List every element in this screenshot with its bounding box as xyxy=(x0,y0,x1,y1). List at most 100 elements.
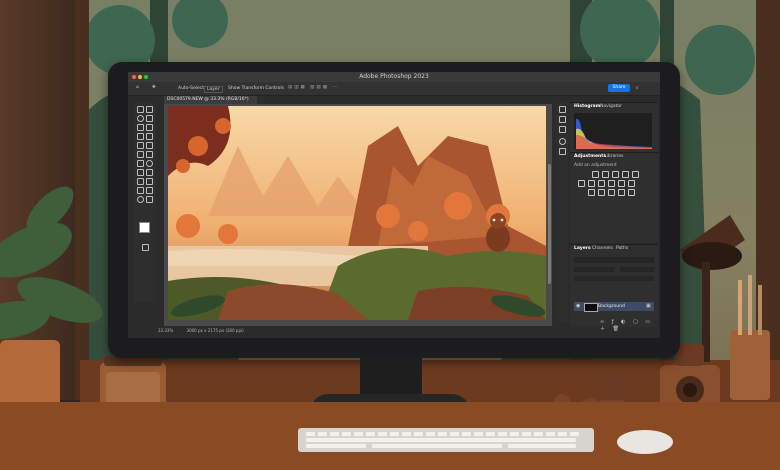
auto-select-label[interactable]: Auto-Select: xyxy=(178,86,206,91)
layer-thumbnail xyxy=(584,303,598,312)
layer-select-dropdown[interactable]: Layer xyxy=(204,86,223,93)
tab-navigator[interactable]: Navigator xyxy=(600,104,622,109)
tab-libraries[interactable]: Libraries xyxy=(604,154,623,159)
gradient-tool-icon[interactable] xyxy=(137,160,144,167)
exposure-icon[interactable] xyxy=(622,171,629,178)
crop-tool-icon[interactable] xyxy=(137,124,144,131)
tab-layers[interactable]: Layers xyxy=(574,246,591,251)
levels-icon[interactable] xyxy=(602,171,609,178)
quick-select-tool-icon[interactable] xyxy=(146,115,153,122)
key xyxy=(306,432,315,436)
channel-mixer-icon[interactable] xyxy=(618,180,625,187)
key xyxy=(534,432,543,436)
posterize-icon[interactable] xyxy=(598,189,605,196)
tab-histogram[interactable]: Histogram xyxy=(574,104,600,109)
history-panel-icon[interactable] xyxy=(559,106,566,113)
key xyxy=(498,432,507,436)
keyboard xyxy=(298,428,594,452)
color-panel-icon[interactable] xyxy=(559,138,566,145)
pen-tool-icon[interactable] xyxy=(146,169,153,176)
key xyxy=(570,432,579,436)
eyedropper-tool-icon[interactable] xyxy=(137,133,144,140)
eraser-tool-icon[interactable] xyxy=(146,151,153,158)
histogram-panel: Histogram Navigator xyxy=(570,102,658,153)
key xyxy=(378,432,387,436)
lock-options-bar[interactable] xyxy=(574,276,654,281)
photo-filter-icon[interactable] xyxy=(608,180,615,187)
share-button[interactable]: Share xyxy=(608,84,630,92)
key xyxy=(486,432,495,436)
threshold-icon[interactable] xyxy=(608,189,615,196)
blur-tool-icon[interactable] xyxy=(146,160,153,167)
lasso-tool-icon[interactable] xyxy=(137,115,144,122)
marquee-tool-icon[interactable] xyxy=(146,106,153,113)
libraries-panel-icon[interactable] xyxy=(559,126,566,133)
panel-icon-strip xyxy=(556,102,568,322)
hue-saturation-icon[interactable] xyxy=(578,180,585,187)
history-brush-tool-icon[interactable] xyxy=(137,151,144,158)
color-lookup-icon[interactable] xyxy=(628,180,635,187)
align-icons[interactable]: ▤▥▦ ▧▨▩ ⋯ xyxy=(288,85,339,90)
key xyxy=(390,432,399,436)
curves-icon[interactable] xyxy=(612,171,619,178)
tab-channels[interactable]: Channels xyxy=(592,246,613,251)
invert-icon[interactable] xyxy=(588,189,595,196)
move-tool-icon[interactable]: ✥ xyxy=(152,85,156,90)
brightness-icon[interactable] xyxy=(592,171,599,178)
shape-tool-icon[interactable] xyxy=(137,187,144,194)
histogram-graph xyxy=(574,113,652,149)
layer-filter-bar[interactable] xyxy=(574,257,654,263)
visibility-eye-icon[interactable]: ◉ xyxy=(576,303,580,309)
brush-tool-icon[interactable] xyxy=(137,142,144,149)
key xyxy=(330,432,339,436)
key xyxy=(558,432,567,436)
color-balance-icon[interactable] xyxy=(588,180,595,187)
key xyxy=(318,432,327,436)
black-white-icon[interactable] xyxy=(598,180,605,187)
zoom-tool-icon[interactable] xyxy=(137,196,144,203)
dodge-tool-icon[interactable] xyxy=(137,169,144,176)
layer-row-background[interactable]: ◉ Background ▣ xyxy=(574,302,654,312)
show-transform-controls-label[interactable]: Show Transform Controls xyxy=(228,86,284,91)
type-tool-icon[interactable] xyxy=(137,178,144,185)
opacity-field[interactable] xyxy=(620,267,654,272)
key xyxy=(508,444,576,448)
quick-mask-icon[interactable] xyxy=(142,244,149,251)
swatches-panel-icon[interactable] xyxy=(559,148,566,155)
key-row xyxy=(306,438,576,442)
zoom-level[interactable]: 33.33% xyxy=(158,328,173,333)
frame-tool-icon[interactable] xyxy=(146,124,153,131)
gradient-map-icon[interactable] xyxy=(618,189,625,196)
healing-brush-tool-icon[interactable] xyxy=(146,133,153,140)
tab-paths[interactable]: Paths xyxy=(616,246,628,251)
monitor-stand-neck xyxy=(360,358,422,398)
computer-mouse xyxy=(617,430,673,454)
vibrance-icon[interactable] xyxy=(632,171,639,178)
clone-stamp-tool-icon[interactable] xyxy=(146,142,153,149)
landscape-photo-canvas[interactable] xyxy=(168,106,546,320)
hand-tool-icon[interactable] xyxy=(146,187,153,194)
document-tab[interactable]: DSC00579.NEW @ 33.3% (RGB/16*) xyxy=(164,96,257,104)
path-select-tool-icon[interactable] xyxy=(146,178,153,185)
key xyxy=(426,432,435,436)
canvas-area xyxy=(164,104,552,326)
home-icon[interactable]: ⌂ xyxy=(136,85,139,90)
search-icon[interactable]: ⌕ xyxy=(636,85,639,91)
selective-color-icon[interactable] xyxy=(628,189,635,196)
key xyxy=(342,432,351,436)
properties-panel-icon[interactable] xyxy=(559,116,566,123)
key xyxy=(306,444,366,448)
blend-mode-dropdown[interactable] xyxy=(574,267,614,272)
foreground-color-swatch[interactable] xyxy=(139,222,150,233)
lock-icon: ▣ xyxy=(646,303,651,309)
tab-adjustments[interactable]: Adjustments xyxy=(574,154,606,159)
more-tools-icon[interactable] xyxy=(146,196,153,203)
document-info: 3000 px x 2175 px (300 ppi) xyxy=(186,328,244,333)
move-tool-icon[interactable] xyxy=(137,106,144,113)
vertical-scrollbar[interactable] xyxy=(548,164,551,284)
layer-name: Background xyxy=(598,304,625,309)
key xyxy=(414,432,423,436)
key xyxy=(474,432,483,436)
app-title: Adobe Photoshop 2023 xyxy=(359,73,429,80)
layers-footer-icons[interactable]: ∞ ƒ ◐ ▢ ▭ ＋ 🗑 xyxy=(600,319,658,332)
